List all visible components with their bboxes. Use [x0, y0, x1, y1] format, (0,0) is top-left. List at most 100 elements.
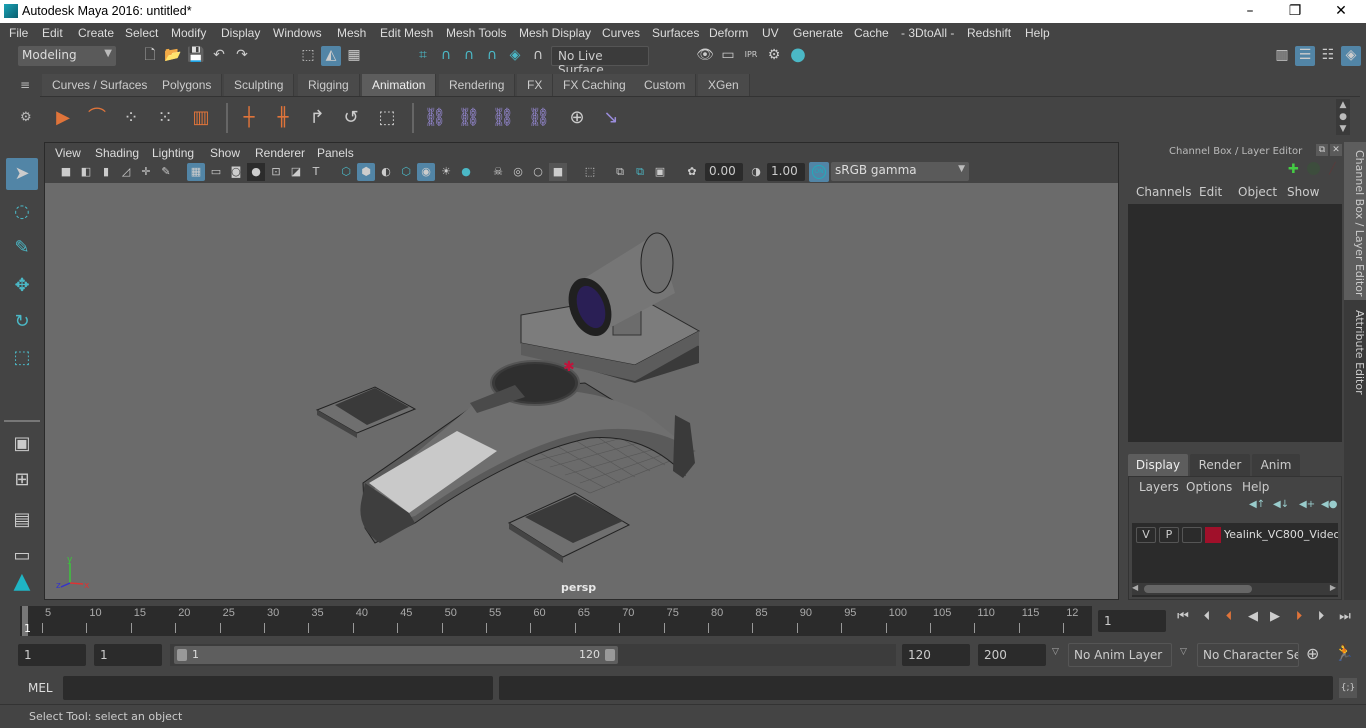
- gamma-field[interactable]: 1.00: [767, 163, 805, 181]
- save-scene-icon[interactable]: 💾: [186, 46, 206, 66]
- menu-cache[interactable]: Cache: [854, 26, 889, 40]
- shelf-tab-rendering[interactable]: Rendering: [439, 74, 516, 96]
- vp-menu-renderer[interactable]: Renderer: [255, 146, 305, 160]
- grease-pencil-icon[interactable]: ✎: [157, 163, 175, 181]
- ambient-occlusion-icon[interactable]: ■: [549, 163, 567, 181]
- menu-display[interactable]: Display: [221, 26, 260, 40]
- paint-select-tool-icon[interactable]: ✎: [6, 232, 38, 264]
- safe-action-icon[interactable]: ◪: [287, 163, 305, 181]
- range-track[interactable]: 1 120: [170, 644, 896, 666]
- snap-magnet-icon[interactable]: ∩: [528, 46, 548, 66]
- layer-playback-toggle[interactable]: P: [1159, 527, 1179, 543]
- menu-curves[interactable]: Curves: [602, 26, 640, 40]
- live-surface-field[interactable]: No Live Surface: [551, 46, 649, 77]
- camera-attributes-icon[interactable]: ◧: [77, 163, 95, 181]
- close-button[interactable]: ✕: [1318, 0, 1364, 23]
- outliner-layout-icon[interactable]: ▤: [6, 504, 38, 536]
- motion-blur-icon[interactable]: ⧉: [611, 163, 629, 181]
- shelf-tab-animation[interactable]: Animation: [362, 74, 437, 96]
- shelf-scroll[interactable]: ▲ ● ▼: [1336, 99, 1350, 135]
- go-to-start-icon[interactable]: ⏮: [1174, 608, 1192, 626]
- vp-menu-shading[interactable]: Shading: [95, 146, 139, 160]
- xray-joints-icon[interactable]: ◎: [509, 163, 527, 181]
- vp-menu-lighting[interactable]: Lighting: [152, 146, 194, 160]
- playback-end-field[interactable]: 120: [902, 644, 970, 666]
- redo-icon[interactable]: ↷: [232, 46, 252, 66]
- shelf-tab-fx-caching[interactable]: FX Caching: [553, 74, 637, 96]
- xray-icon[interactable]: ☠: [489, 163, 507, 181]
- film-gate-icon[interactable]: ▭: [207, 163, 225, 181]
- cb-menu-edit[interactable]: Edit: [1199, 185, 1222, 199]
- undo-icon[interactable]: ↶: [209, 46, 229, 66]
- go-to-end-icon[interactable]: ⏭: [1336, 608, 1354, 626]
- layer-tab-anim[interactable]: Anim: [1252, 454, 1300, 476]
- layer-row[interactable]: V P Yealink_VC800_Video_(: [1132, 527, 1338, 545]
- animation-preferences-icon[interactable]: 🏃: [1334, 643, 1354, 662]
- range-end-handle[interactable]: [605, 649, 615, 661]
- bookmark-icon[interactable]: ▮: [97, 163, 115, 181]
- image-plane-icon[interactable]: ◿: [117, 163, 135, 181]
- close-panel-icon[interactable]: ✕: [1330, 144, 1342, 156]
- orient-constraint-icon[interactable]: ⛓: [490, 105, 516, 131]
- command-language-label[interactable]: MEL: [28, 681, 53, 695]
- hyperlink-icon[interactable]: ╱: [1329, 162, 1336, 175]
- shelf-settings-icon[interactable]: ⚙: [20, 110, 32, 125]
- menu-select[interactable]: Select: [125, 26, 158, 40]
- maya-home-icon[interactable]: ▲: [6, 566, 38, 598]
- menu-edit[interactable]: Edit: [42, 26, 63, 40]
- new-layer-selected-icon[interactable]: ◀●: [1321, 499, 1337, 510]
- shelf-tab-rigging[interactable]: Rigging: [298, 74, 360, 96]
- layer-display-type-toggle[interactable]: [1182, 527, 1202, 543]
- rotate-tool-icon[interactable]: ↻: [6, 306, 38, 338]
- start-time-field[interactable]: 1: [18, 644, 86, 666]
- graph-editor-icon[interactable]: ⌒: [84, 105, 110, 131]
- field-chart-icon[interactable]: ⊡: [267, 163, 285, 181]
- set-breakdown-icon[interactable]: ╫: [270, 105, 296, 131]
- select-object-icon[interactable]: ◭: [321, 46, 341, 66]
- scale-tool-icon[interactable]: ⬚: [6, 342, 38, 374]
- snap-curve-icon[interactable]: ∩: [436, 46, 456, 66]
- hypershade-icon[interactable]: ●: [788, 46, 808, 66]
- ipr-render-icon[interactable]: IPR: [741, 46, 761, 66]
- move-layer-down-icon[interactable]: ◀↓: [1273, 499, 1289, 510]
- wireframe-icon[interactable]: ⬡: [337, 163, 355, 181]
- anim-layer-dropdown[interactable]: No Anim Layer: [1068, 643, 1172, 667]
- scroll-thumb[interactable]: [1144, 585, 1252, 593]
- camera-icon[interactable]: ■: [57, 163, 75, 181]
- side-tab-attribute-editor[interactable]: Attribute Editor: [1344, 302, 1366, 402]
- shelf-tab-xgen[interactable]: XGen: [698, 74, 750, 96]
- exposure-field[interactable]: 0.00: [705, 163, 743, 181]
- menu-redshift[interactable]: Redshift: [967, 26, 1011, 40]
- command-input[interactable]: [63, 676, 493, 700]
- speed-icon[interactable]: [1307, 162, 1320, 175]
- playback-start-field[interactable]: 1: [94, 644, 162, 666]
- script-editor-icon[interactable]: {;}: [1339, 678, 1357, 698]
- shelf-tab-curves-surfaces[interactable]: Curves / Surfaces: [42, 74, 159, 96]
- channel-box-toggle-icon[interactable]: ◈: [1341, 46, 1361, 66]
- current-frame-field[interactable]: 1: [1098, 610, 1166, 632]
- side-tab-channel-box[interactable]: Channel Box / Layer Editor: [1344, 142, 1366, 300]
- layer-tab-render[interactable]: Render: [1190, 454, 1250, 476]
- dope-sheet-icon[interactable]: ⁘: [118, 105, 144, 131]
- range-start-handle[interactable]: [177, 649, 187, 661]
- shadows-icon[interactable]: ●: [457, 163, 475, 181]
- anti-aliasing-icon[interactable]: ⧉: [631, 163, 649, 181]
- menu-modify[interactable]: Modify: [171, 26, 206, 40]
- menu-mesh-display[interactable]: Mesh Display: [519, 26, 591, 40]
- parent-constraint-icon[interactable]: ⛓: [422, 105, 448, 131]
- smooth-shade-icon[interactable]: ⬢: [357, 163, 375, 181]
- minimize-button[interactable]: –: [1227, 0, 1273, 23]
- auto-key-icon[interactable]: ⊕: [1306, 644, 1319, 663]
- menu-mesh-tools[interactable]: Mesh Tools: [446, 26, 506, 40]
- tool-settings-icon[interactable]: ☷: [1318, 46, 1338, 66]
- key-translate-icon[interactable]: ↱: [304, 105, 330, 131]
- layer-menu-layers[interactable]: Layers: [1139, 480, 1179, 494]
- use-all-lights-icon[interactable]: ☀: [437, 163, 455, 181]
- range-bar[interactable]: 1 120: [174, 646, 618, 664]
- pole-vector-constraint-icon[interactable]: ↘: [598, 105, 624, 131]
- snap-point-icon[interactable]: ∩: [459, 46, 479, 66]
- scale-constraint-icon[interactable]: ⛓: [526, 105, 552, 131]
- vp-menu-show[interactable]: Show: [210, 146, 240, 160]
- step-back-icon[interactable]: ⏴: [1198, 608, 1216, 626]
- time-slider-track[interactable]: 1 5 10 15 20 25 30 35 40 45 50 55 60 65 70 75 80 85 90 95 1…: [20, 606, 1092, 636]
